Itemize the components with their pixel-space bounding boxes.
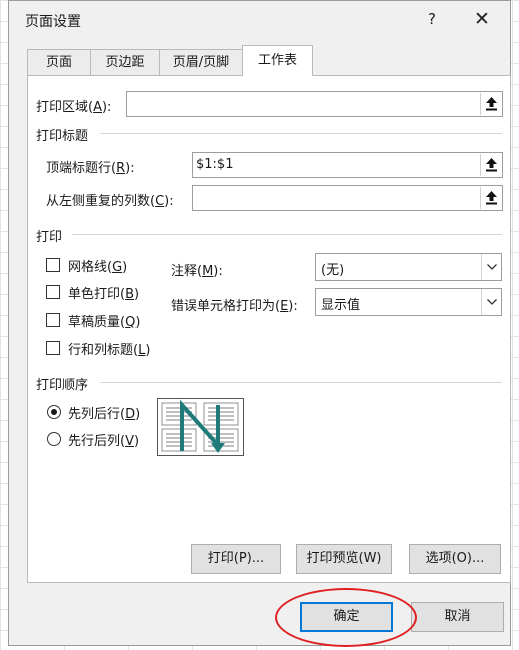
draft-quality-checkbox[interactable] [46,313,60,327]
tab-page[interactable]: 页面 [27,49,91,76]
row-column-headings-label: 行和列标题(L) [68,343,151,358]
close-button[interactable]: ✕ [465,6,499,32]
chevron-down-icon [481,289,501,315]
print-titles-heading: 打印标题 [36,129,89,144]
rows-to-repeat-input[interactable]: $1:$1 [192,152,503,178]
cell-errors-select[interactable]: 显示值 [315,288,502,316]
page-order-heading: 打印顺序 [36,378,89,393]
comments-select[interactable]: (无) [315,253,502,281]
comments-label: 注释(M): [171,264,223,279]
divider [100,133,502,134]
collapse-dialog-icon[interactable] [480,154,501,176]
chevron-down-icon [481,254,501,280]
down-then-over-radio[interactable] [47,405,61,419]
tab-header-footer[interactable]: 页眉/页脚 [159,49,243,76]
title-bar: 页面设置 ? ✕ [9,1,510,39]
collapse-dialog-icon[interactable] [480,93,501,115]
down-then-over-label: 先列后行(D) [68,407,141,422]
tab-sheet[interactable]: 工作表 [242,45,313,76]
tab-margins[interactable]: 页边距 [90,49,160,76]
print-preview-button[interactable]: 打印预览(W) [296,544,392,574]
draft-quality-label: 草稿质量(Q) [68,315,141,330]
page-setup-dialog: 页面设置 ? ✕ 页面 页边距 页眉/页脚 工作表 打印区域(A): 打印标题 … [8,0,511,646]
black-and-white-label: 单色打印(B) [68,287,140,302]
help-button[interactable]: ? [415,6,449,32]
black-and-white-checkbox[interactable] [46,285,60,299]
cell-errors-label: 错误单元格打印为(E): [171,299,298,314]
divider [72,234,502,235]
gridlines-label: 网格线(G) [68,260,128,275]
options-button[interactable]: 选项(O)... [409,544,501,574]
columns-to-repeat-input[interactable] [192,185,503,211]
cancel-button[interactable]: 取消 [411,602,504,632]
over-then-down-radio[interactable] [47,432,61,446]
columns-to-repeat-label: 从左侧重复的列数(C): [46,194,174,209]
print-area-label: 打印区域(A): [36,100,112,115]
dialog-title: 页面设置 [25,14,81,30]
print-area-input[interactable] [126,91,503,117]
print-button[interactable]: 打印(P)... [191,544,281,574]
rows-to-repeat-label: 顶端标题行(R): [46,161,135,176]
sheet-tab-panel: 打印区域(A): 打印标题 顶端标题行(R): $1:$1 从左侧重复的列数(C… [27,75,511,583]
divider [100,382,502,383]
page-order-preview-icon [157,398,244,456]
highlight-annotation [275,588,417,647]
over-then-down-label: 先行后列(V) [68,434,140,449]
gridlines-checkbox[interactable] [46,258,60,272]
print-heading: 打印 [36,230,63,245]
row-column-headings-checkbox[interactable] [46,341,60,355]
collapse-dialog-icon[interactable] [480,187,501,209]
